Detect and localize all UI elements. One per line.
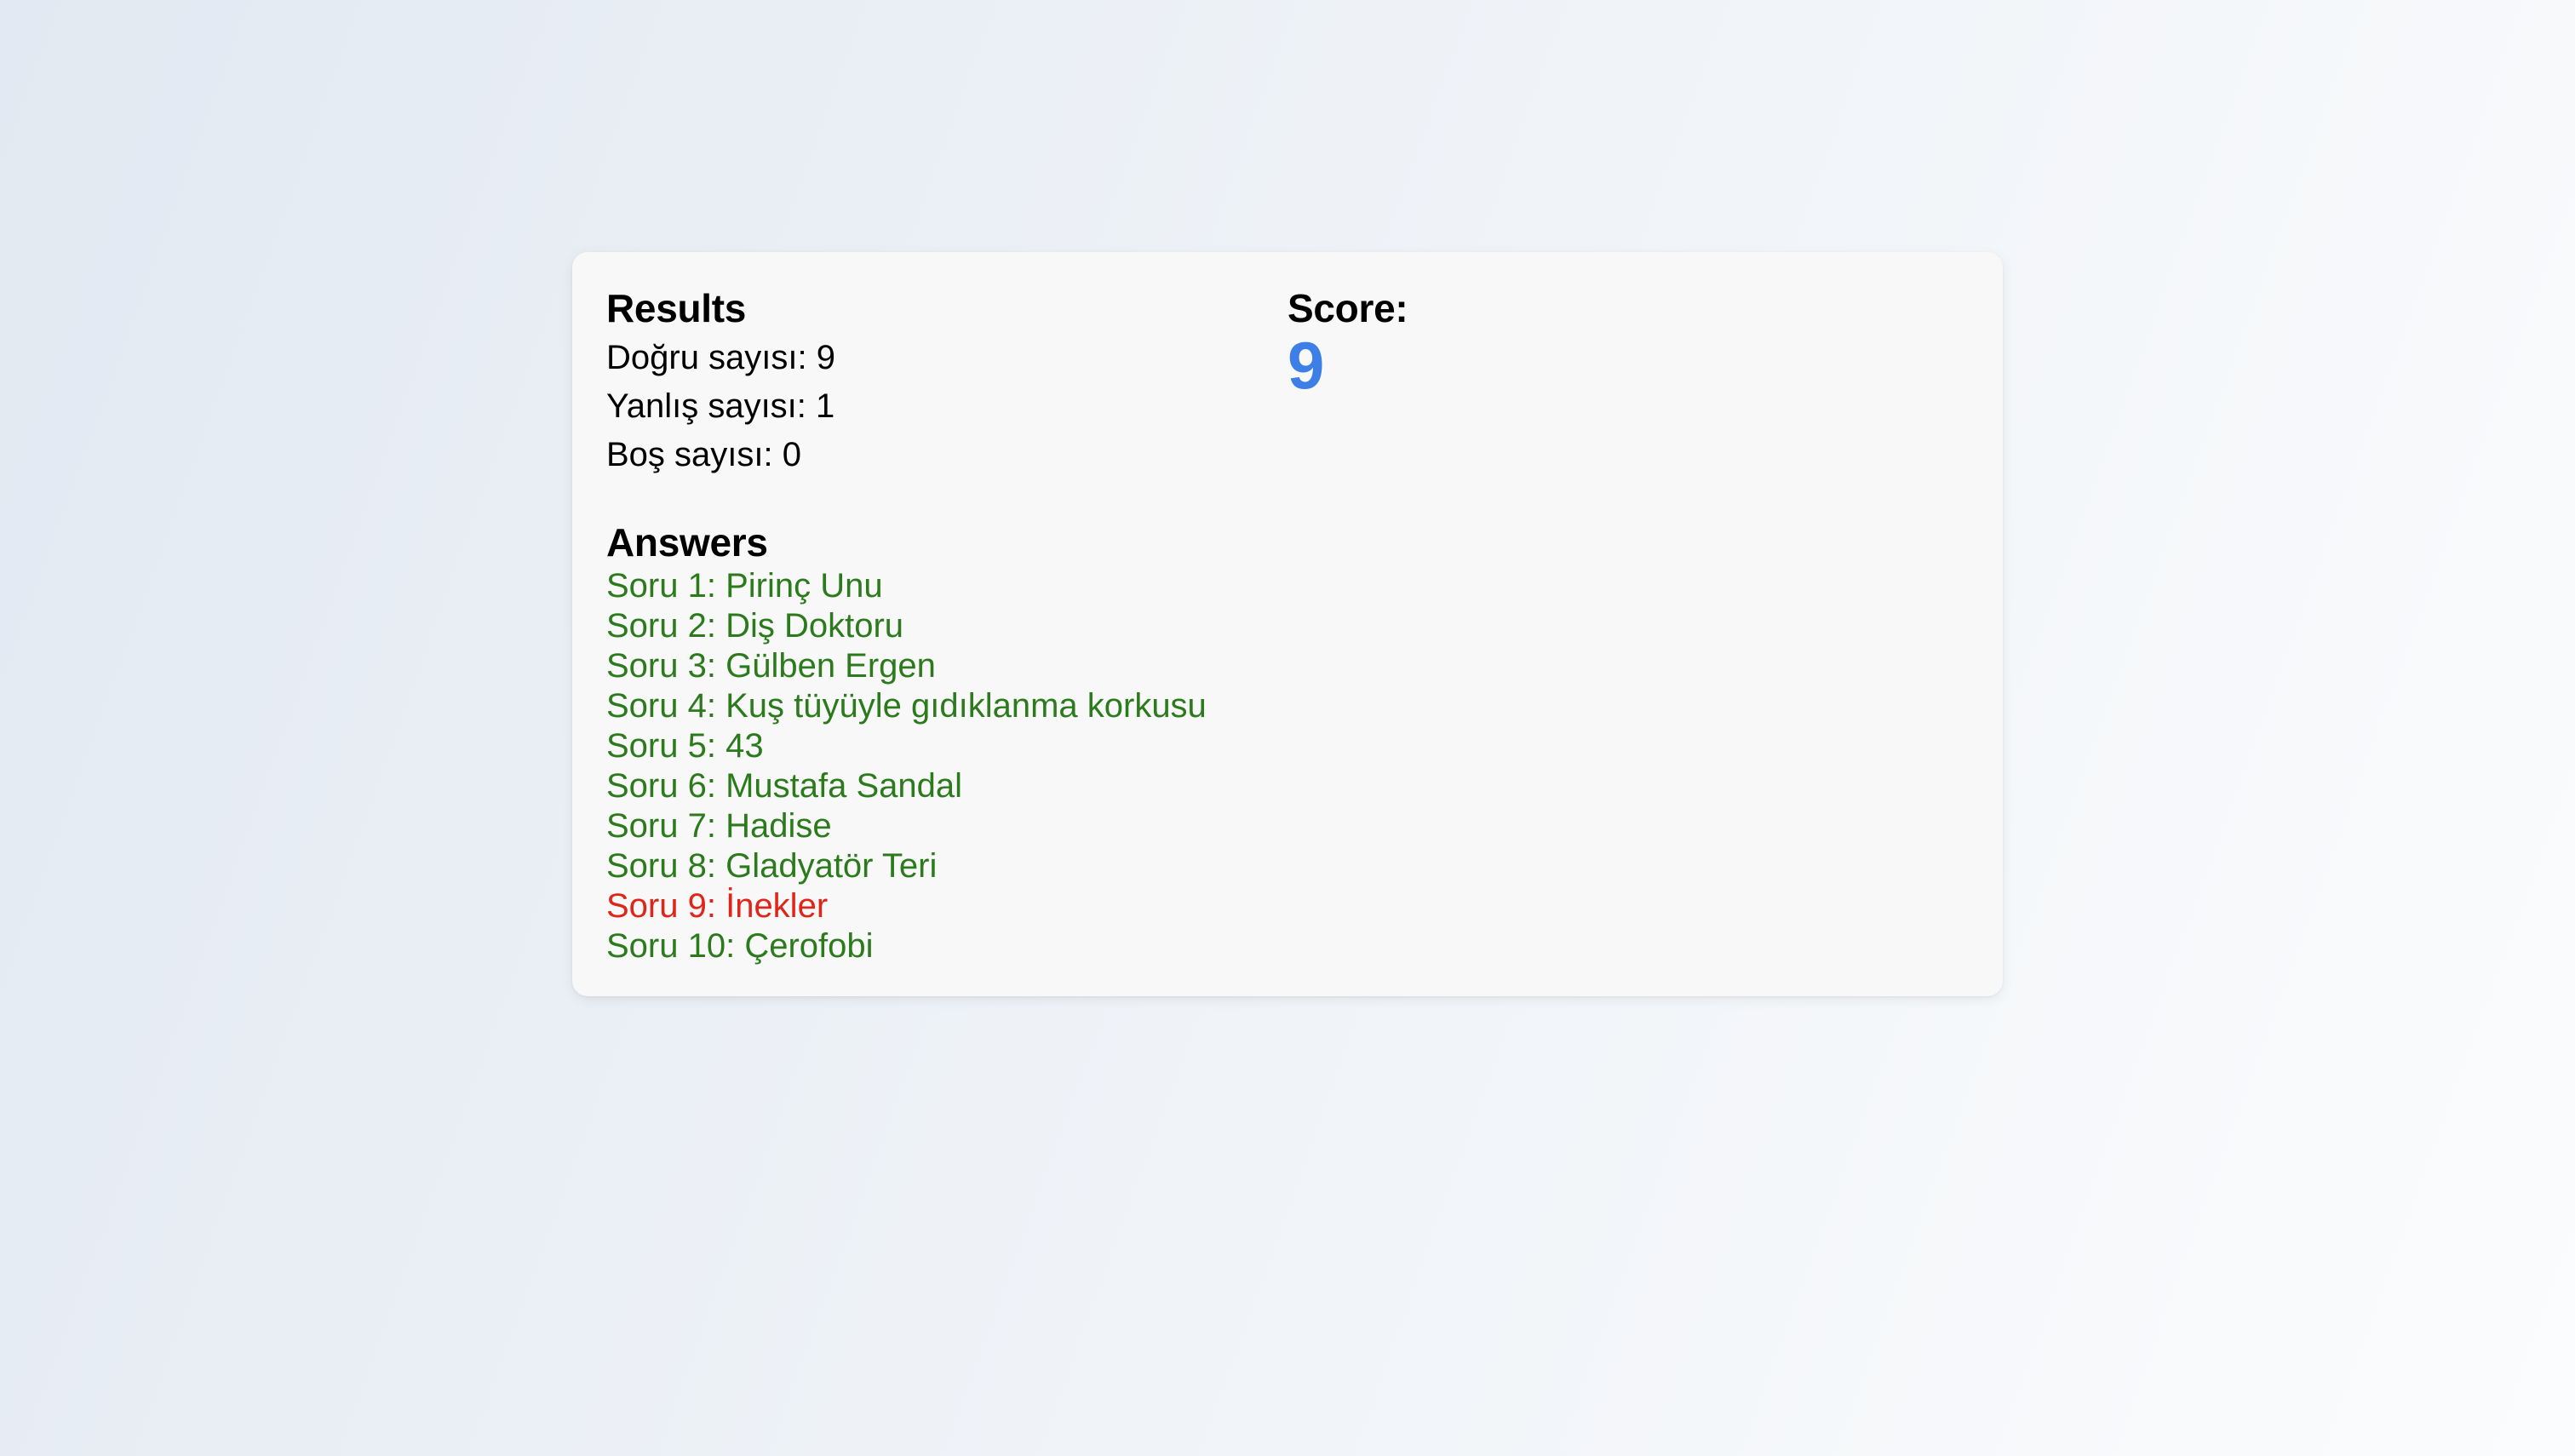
score-label: Score: [1288, 286, 1408, 330]
answer-item: Soru 3: Gülben Ergen [606, 647, 936, 685]
results-column: Results Doğru sayısı: 9 Yanlış sayısı: 1… [606, 286, 1253, 966]
stats-list: Doğru sayısı: 9 Yanlış sayısı: 1 Boş say… [606, 334, 1253, 479]
answer-item: Soru 9: İnekler [606, 887, 829, 925]
wrong-count: Yanlış sayısı: 1 [606, 387, 835, 425]
answer-item: Soru 1: Pirinç Unu [606, 567, 883, 605]
answer-item: Soru 4: Kuş tüyüyle gıdıklanma korkusu [606, 687, 1207, 725]
answer-item: Soru 8: Gladyatör Teri [606, 847, 938, 885]
correct-count: Doğru sayısı: 9 [606, 339, 836, 376]
answer-item: Soru 7: Hadise [606, 807, 832, 845]
score-value: 9 [1288, 328, 1325, 403]
score-column: Score: 9 [1288, 286, 1935, 402]
answer-item: Soru 2: Diş Doktoru [606, 607, 904, 645]
answer-item: Soru 10: Çerofobi [606, 927, 874, 965]
answers-title: Answers [606, 520, 768, 565]
answer-item: Soru 6: Mustafa Sandal [606, 767, 963, 805]
empty-count: Boş sayısı: 0 [606, 436, 801, 473]
answer-item: Soru 5: 43 [606, 727, 764, 765]
results-card: Results Doğru sayısı: 9 Yanlış sayısı: 1… [572, 252, 2003, 996]
answer-list: Soru 1: Pirinç Unu Soru 2: Diş Doktoru S… [606, 566, 1253, 966]
results-title: Results [606, 286, 747, 330]
